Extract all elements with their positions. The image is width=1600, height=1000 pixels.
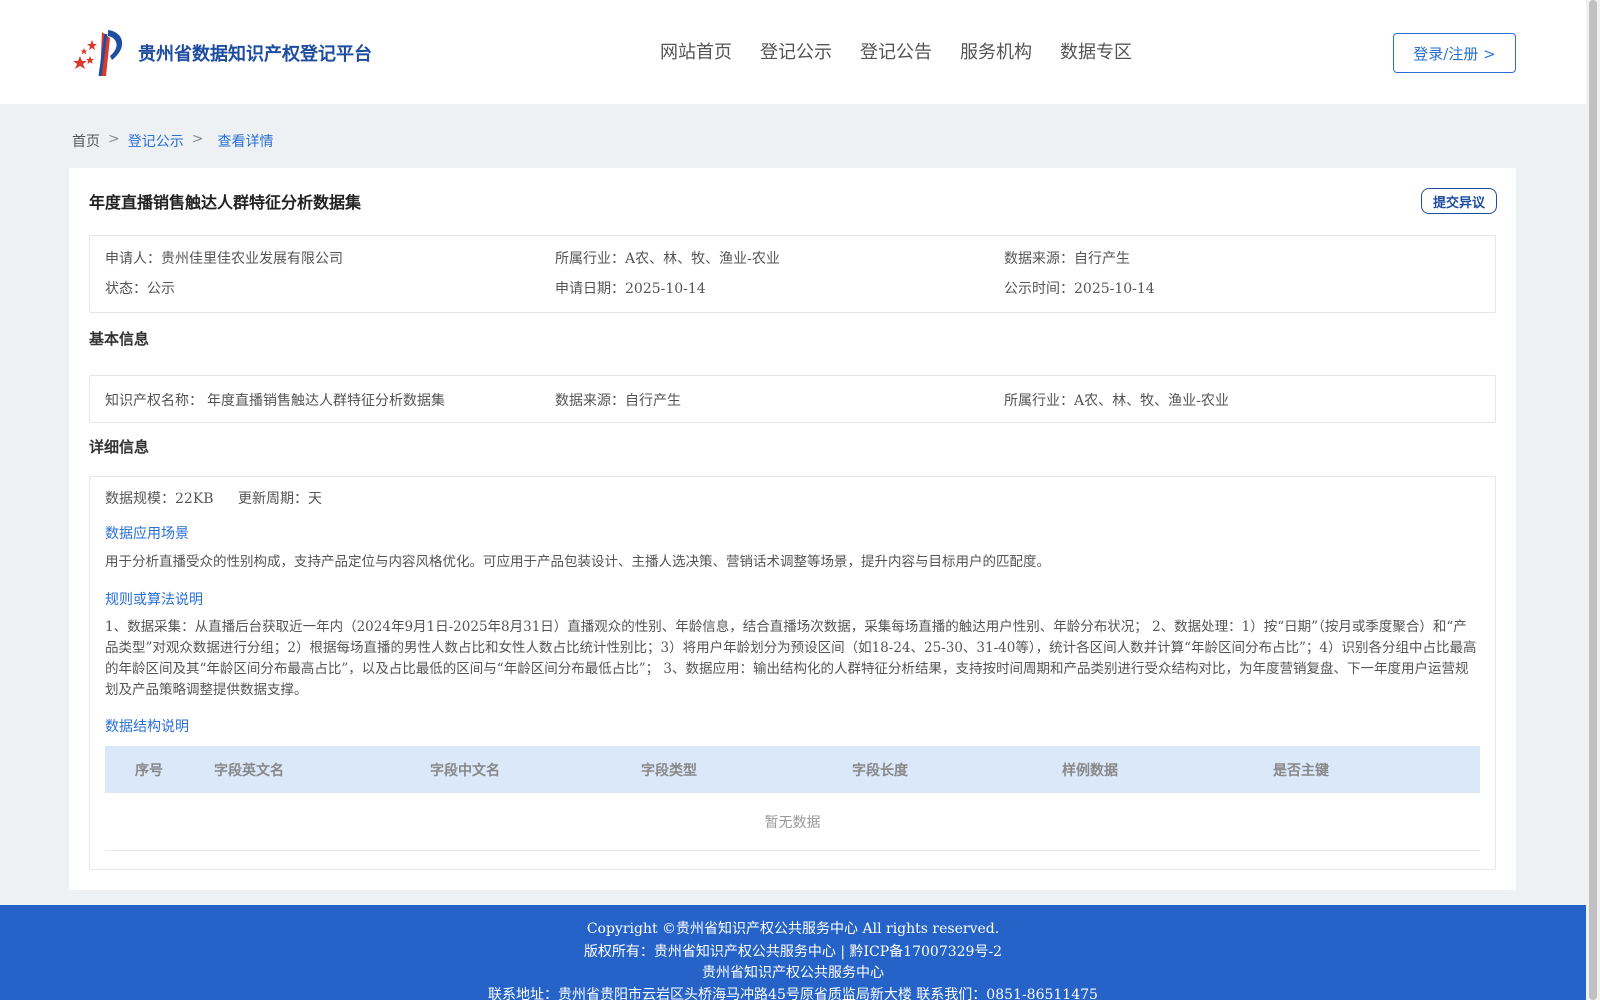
site-footer: Copyright ©贵州省知识产权公共服务中心 All rights rese… <box>0 905 1586 1000</box>
nav-data-zone[interactable]: 数据专区 <box>1060 38 1132 64</box>
col-field-cn: 字段中文名 <box>430 763 500 779</box>
detail-info-panel: 数据规模：22KB 更新周期：天 数据应用场景 用于分析直播受众的性别构成，支持… <box>89 476 1496 870</box>
basic-source-field: 数据来源：自行产生 <box>555 390 681 410</box>
footer-contact: 联系地址：贵州省贵阳市云岩区头桥海马冲路45号原省质监局新大楼 联系我们：085… <box>488 987 1098 1000</box>
main-nav: 网站首页 登记公示 登记公告 服务机构 数据专区 <box>660 38 1132 64</box>
summary-panel: 申请人：贵州佳里佳农业发展有限公司 所属行业：A农、林、牧、渔业-农业 数据来源… <box>89 235 1496 313</box>
detail-info-heading: 详细信息 <box>89 438 150 456</box>
breadcrumb-separator: > <box>191 131 204 147</box>
nav-registration-announcement[interactable]: 登记公告 <box>860 38 932 64</box>
status-value: 公示 <box>147 281 175 297</box>
login-register-button[interactable]: 登录/注册 > <box>1393 33 1516 73</box>
footer-copyright: Copyright ©贵州省知识产权公共服务中心 All rights rese… <box>586 921 1000 937</box>
structure-heading: 数据结构说明 <box>105 719 189 735</box>
breadcrumb-current: 查看详情 <box>217 134 274 150</box>
structure-table-header: 序号 字段英文名 字段中文名 字段类型 字段长度 样例数据 是否主键 <box>105 746 1480 793</box>
col-primary-key: 是否主键 <box>1273 763 1329 779</box>
breadcrumb-separator: > <box>108 131 120 147</box>
basic-industry-value: A农、林、牧、渔业-农业 <box>1074 393 1229 409</box>
source-value: 自行产生 <box>1074 251 1130 267</box>
ip-name-value: 年度直播销售触达人群特征分析数据集 <box>207 393 445 409</box>
page-scrollbar[interactable] <box>1586 0 1600 1000</box>
footer-owner: 版权所有：贵州省知识产权公共服务中心 | 黔ICP备17007329号-2 <box>583 944 1003 960</box>
breadcrumb: 首页 > 登记公示 > 查看详情 <box>72 131 273 151</box>
publicity-time-field: 公示时间：2025-10-14 <box>1004 278 1155 298</box>
nav-registration-publicity[interactable]: 登记公示 <box>760 38 832 64</box>
apply-date-label: 申请日期： <box>555 281 625 297</box>
publicity-time-value: 2025-10-14 <box>1074 281 1155 297</box>
data-scale-value: 22KB <box>175 491 214 507</box>
scenario-text: 用于分析直播受众的性别构成，支持产品定位与内容风格优化。可应用于产品包装设计、主… <box>105 554 1050 570</box>
data-scale-field: 数据规模：22KB 更新周期：天 <box>105 488 322 508</box>
basic-industry-field: 所属行业：A农、林、牧、渔业-农业 <box>1004 390 1229 410</box>
footer-org: 贵州省知识产权公共服务中心 <box>702 965 884 981</box>
col-sample-data: 样例数据 <box>1062 763 1118 779</box>
applicant-value: 贵州佳里佳农业发展有限公司 <box>161 251 343 267</box>
basic-info-heading: 基本信息 <box>89 330 150 348</box>
ip-name-label: 知识产权名称： <box>105 393 203 409</box>
site-brand-name[interactable]: 贵州省数据知识产权登记平台 <box>138 40 372 66</box>
detail-card: 年度直播销售触达人群特征分析数据集 提交异议 申请人：贵州佳里佳农业发展有限公司… <box>69 168 1516 890</box>
source-label: 数据来源： <box>1004 251 1074 267</box>
breadcrumb-publicity[interactable]: 登记公示 <box>128 131 184 151</box>
apply-date-field: 申请日期：2025-10-14 <box>555 278 706 298</box>
site-header: 贵州省数据知识产权登记平台 网站首页 登记公示 登记公告 服务机构 数据专区 登… <box>0 0 1586 104</box>
basic-source-value: 自行产生 <box>625 393 681 409</box>
submit-objection-button[interactable]: 提交异议 <box>1421 188 1497 214</box>
ip-name-field: 知识产权名称： 年度直播销售触达人群特征分析数据集 <box>105 390 445 410</box>
industry-value: A农、林、牧、渔业-农业 <box>625 251 780 267</box>
status-field: 状态：公示 <box>105 278 175 298</box>
industry-field: 所属行业：A农、林、牧、渔业-农业 <box>555 248 780 268</box>
platform-logo[interactable] <box>70 26 130 78</box>
scrollbar-thumb[interactable] <box>1589 0 1597 1000</box>
scenario-heading: 数据应用场景 <box>105 526 189 542</box>
breadcrumb-home[interactable]: 首页 <box>72 131 100 151</box>
source-field: 数据来源：自行产生 <box>1004 248 1130 268</box>
status-label: 状态： <box>105 281 147 297</box>
col-field-length: 字段长度 <box>852 763 908 779</box>
publicity-time-label: 公示时间： <box>1004 281 1074 297</box>
applicant-label: 申请人： <box>105 251 161 267</box>
update-cycle-value: 天 <box>308 491 323 507</box>
basic-source-label: 数据来源： <box>555 393 625 409</box>
basic-industry-label: 所属行业： <box>1004 393 1074 409</box>
page-title: 年度直播销售触达人群特征分析数据集 <box>89 193 362 212</box>
empty-state: 暂无数据 <box>105 793 1480 851</box>
data-scale-label: 数据规模： <box>105 491 175 507</box>
applicant-field: 申请人：贵州佳里佳农业发展有限公司 <box>105 248 343 268</box>
apply-date-value: 2025-10-14 <box>625 281 706 297</box>
algorithm-text: 1、数据采集：从直播后台获取近一年内（2024年9月1日-2025年8月31日）… <box>105 619 1477 698</box>
update-cycle-label: 更新周期： <box>238 491 309 507</box>
industry-label: 所属行业： <box>555 251 625 267</box>
nav-service-agencies[interactable]: 服务机构 <box>960 38 1032 64</box>
col-field-type: 字段类型 <box>641 763 697 779</box>
col-index: 序号 <box>135 763 163 779</box>
col-field-en: 字段英文名 <box>214 763 284 779</box>
nav-home[interactable]: 网站首页 <box>660 38 732 64</box>
algorithm-heading: 规则或算法说明 <box>105 592 203 608</box>
basic-info-panel: 知识产权名称： 年度直播销售触达人群特征分析数据集 数据来源：自行产生 所属行业：… <box>89 375 1496 423</box>
